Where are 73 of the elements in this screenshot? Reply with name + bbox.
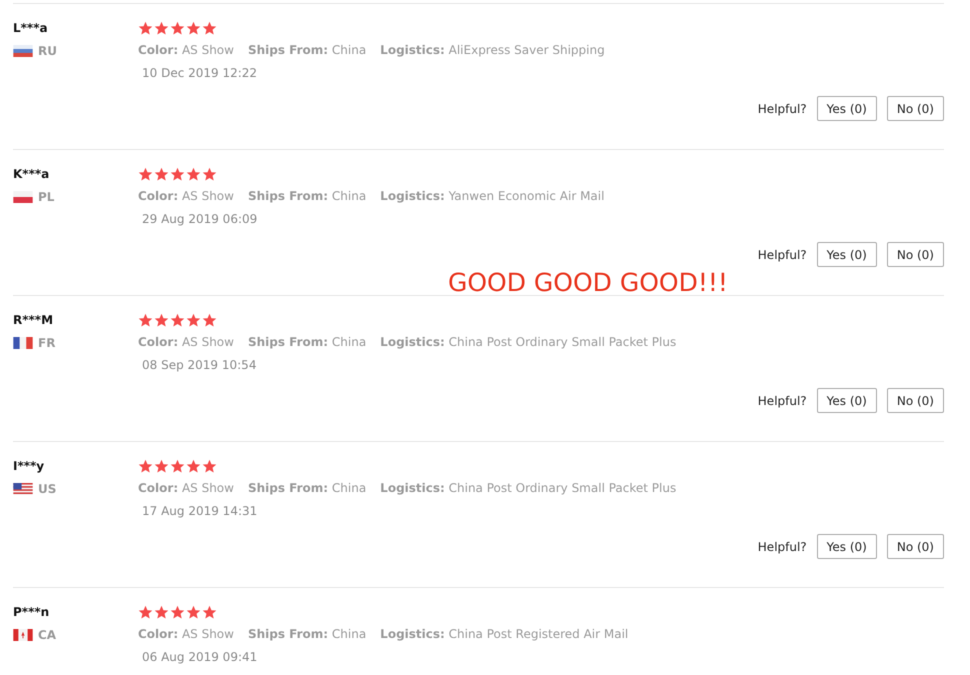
review-date: 10 Dec 2019 12:22 <box>142 66 258 80</box>
no-button[interactable]: No (0) <box>886 534 944 559</box>
yes-button[interactable]: Yes (0) <box>816 534 877 559</box>
star-icon <box>154 459 169 474</box>
star-icon <box>202 459 217 474</box>
order-detail: Logistics: China Post Ordinary Small Packet Plus <box>380 481 676 495</box>
no-button[interactable]: No (0) <box>886 242 944 267</box>
star-icon <box>170 459 185 474</box>
reviewer-name: P***n <box>13 605 50 619</box>
flag-icon <box>13 483 33 495</box>
reviewer-name: K***a <box>13 167 50 181</box>
order-detail: Logistics: China Post Registered Air Mail <box>380 627 628 641</box>
star-icon <box>170 167 185 182</box>
star-icon <box>154 167 169 182</box>
review-date: 29 Aug 2019 06:09 <box>142 212 258 226</box>
reviewer-name: L***a <box>13 21 48 35</box>
order-detail: Color: AS Show <box>138 189 234 203</box>
flag-icon <box>13 337 33 349</box>
overlay-caption: GOOD GOOD GOOD!!! <box>448 268 728 297</box>
order-detail: Logistics: AliExpress Saver Shipping <box>380 43 605 57</box>
star-icon <box>154 605 169 620</box>
country-code: FR <box>38 336 56 350</box>
star-icon <box>138 167 153 182</box>
star-icon <box>138 313 153 328</box>
star-icon <box>138 21 153 36</box>
order-detail: Color: AS Show <box>138 627 234 641</box>
star-icon <box>170 605 185 620</box>
review-date: 17 Aug 2019 14:31 <box>142 504 258 518</box>
helpful-label: Helpful? <box>758 102 807 116</box>
order-detail: Ships From: China <box>248 481 366 495</box>
flag-icon <box>13 629 33 641</box>
star-icon <box>186 167 201 182</box>
helpful-label: Helpful? <box>758 394 807 408</box>
star-icon <box>154 313 169 328</box>
country-code: US <box>38 482 56 496</box>
yes-button[interactable]: Yes (0) <box>816 388 877 413</box>
star-icon <box>202 21 217 36</box>
flag-icon <box>13 191 33 203</box>
order-detail: Color: AS Show <box>138 43 234 57</box>
order-detail: Ships From: China <box>248 335 366 349</box>
review-date: 08 Sep 2019 10:54 <box>142 358 256 372</box>
country-code: PL <box>38 190 54 204</box>
star-icon <box>170 21 185 36</box>
star-icon <box>202 313 217 328</box>
order-detail: Logistics: China Post Ordinary Small Packet Plus <box>380 335 676 349</box>
star-icon <box>186 605 201 620</box>
order-detail: Logistics: Yanwen Economic Air Mail <box>380 189 604 203</box>
country-code: RU <box>38 44 57 58</box>
review-date: 06 Aug 2019 09:41 <box>142 650 258 664</box>
order-detail: Ships From: China <box>248 43 366 57</box>
reviewer-name: I***y <box>13 459 44 473</box>
star-icon <box>138 605 153 620</box>
star-icon <box>202 605 217 620</box>
star-icon <box>154 21 169 36</box>
order-detail: Color: AS Show <box>138 481 234 495</box>
star-icon <box>170 313 185 328</box>
order-detail: Color: AS Show <box>138 335 234 349</box>
helpful-label: Helpful? <box>758 540 807 554</box>
star-icon <box>186 21 201 36</box>
star-icon <box>138 459 153 474</box>
star-icon <box>186 313 201 328</box>
country-code: CA <box>38 628 56 642</box>
star-icon <box>186 459 201 474</box>
order-detail: Ships From: China <box>248 627 366 641</box>
flag-icon <box>13 45 33 57</box>
helpful-label: Helpful? <box>758 248 807 262</box>
no-button[interactable]: No (0) <box>886 96 944 121</box>
star-icon <box>202 167 217 182</box>
yes-button[interactable]: Yes (0) <box>816 242 877 267</box>
reviewer-name: R***M <box>13 313 54 327</box>
order-detail: Ships From: China <box>248 189 366 203</box>
yes-button[interactable]: Yes (0) <box>816 96 877 121</box>
no-button[interactable]: No (0) <box>886 388 944 413</box>
